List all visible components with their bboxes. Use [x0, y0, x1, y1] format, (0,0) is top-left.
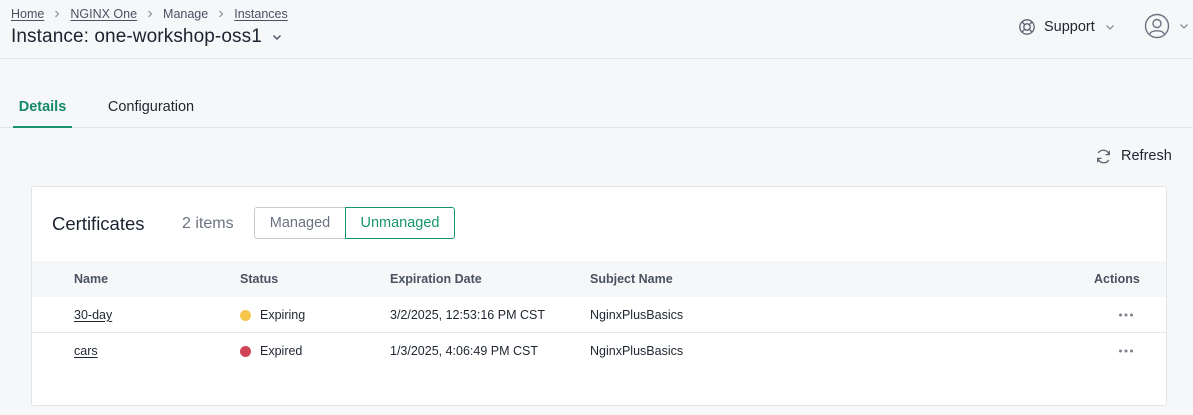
table-header: Name Status Expiration Date Subject Name… [32, 261, 1166, 297]
breadcrumb-home-link[interactable]: Home [11, 7, 44, 21]
expiration-date: 3/2/2025, 12:53:16 PM CST [390, 308, 545, 322]
column-header-expiration-date[interactable]: Expiration Date [390, 261, 482, 297]
page-title-container: Instance: one-workshop-oss1 [11, 26, 283, 48]
column-header-actions: Actions [1094, 272, 1140, 286]
filter-unmanaged-button[interactable]: Unmanaged [345, 207, 455, 239]
certificate-filter-toggle: Managed Unmanaged [254, 207, 455, 239]
support-menu-button[interactable]: Support [1018, 16, 1115, 38]
column-header-name[interactable]: Name [74, 261, 108, 297]
user-avatar-icon [1144, 13, 1170, 39]
tab-details[interactable]: Details [13, 88, 72, 128]
tab-configuration[interactable]: Configuration [100, 88, 202, 128]
refresh-icon [1095, 148, 1112, 165]
breadcrumb-instances-link[interactable]: Instances [234, 7, 288, 21]
status-badge: Expiring [240, 297, 305, 333]
chevron-down-icon [1105, 22, 1115, 32]
expiration-date: 1/3/2025, 4:06:49 PM CST [390, 344, 539, 358]
user-menu-button[interactable] [1144, 13, 1189, 39]
subject-name: NginxPlusBasics [590, 308, 684, 322]
certificates-card: Certificates 2 items Managed Unmanaged N… [31, 186, 1167, 406]
breadcrumb: Home NGINX One Manage Instances [11, 6, 288, 22]
status-label: Expired [260, 344, 303, 358]
status-label: Expiring [260, 308, 306, 322]
support-label: Support [1044, 19, 1095, 35]
filter-managed-button[interactable]: Managed [254, 207, 345, 239]
chevron-right-icon [137, 10, 163, 18]
refresh-button[interactable]: Refresh [1095, 146, 1172, 166]
status-dot-icon [240, 309, 251, 321]
chevron-down-icon [1179, 21, 1189, 31]
column-header-subject-name[interactable]: Subject Name [590, 261, 673, 297]
chevron-right-icon [208, 10, 234, 18]
status-badge: Expired [240, 333, 302, 369]
certificates-title: Certificates [52, 213, 145, 234]
breadcrumb-manage: Manage [163, 7, 209, 21]
status-dot-icon [240, 345, 251, 357]
certificate-name-link[interactable]: 30-day [74, 308, 112, 322]
subject-name: NginxPlusBasics [590, 344, 684, 358]
certificate-name-link[interactable]: cars [74, 344, 98, 358]
refresh-label: Refresh [1121, 148, 1172, 164]
chevron-right-icon [44, 10, 70, 18]
page-title: Instance: one-workshop-oss1 [11, 26, 262, 47]
column-header-status[interactable]: Status [240, 261, 278, 297]
top-header: Home NGINX One Manage Instances Instance… [0, 0, 1193, 59]
more-actions-icon[interactable] [1117, 309, 1135, 321]
certificates-count: 2 items [182, 215, 234, 232]
tab-bar: Details Configuration [0, 88, 1193, 128]
more-actions-icon[interactable] [1117, 345, 1135, 357]
chevron-down-icon[interactable] [271, 31, 283, 43]
table-row: cars Expired 1/3/2025, 4:06:49 PM CST Ng… [32, 333, 1166, 369]
table-row: 30-day Expiring 3/2/2025, 12:53:16 PM CS… [32, 297, 1166, 333]
breadcrumb-nginx-one-link[interactable]: NGINX One [70, 7, 137, 21]
lifebuoy-icon [1018, 18, 1036, 36]
